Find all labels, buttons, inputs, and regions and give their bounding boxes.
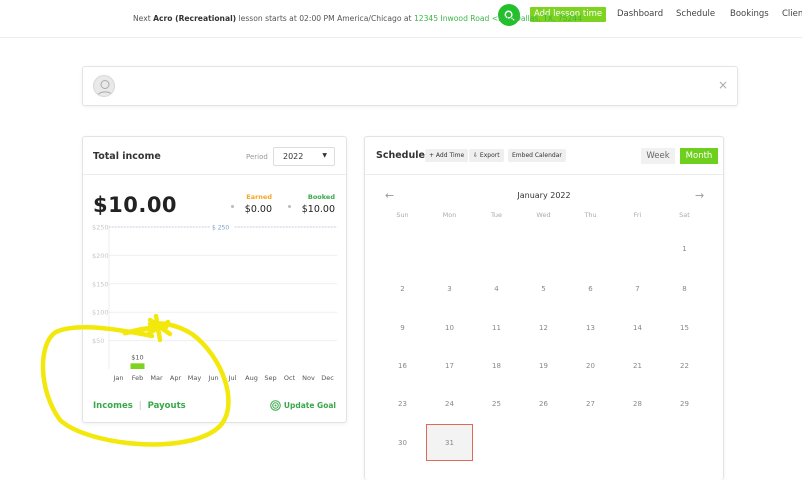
- y-tick-label: $200: [92, 252, 109, 260]
- incomes-link[interactable]: Incomes: [93, 401, 133, 411]
- app-root: Add lesson time Dashboard Schedule Booki…: [0, 0, 802, 480]
- calendar-day[interactable]: 21: [614, 362, 661, 370]
- nav-schedule[interactable]: Schedule: [676, 9, 715, 19]
- total-income-card: Total income Period 2022 ▼ $10.00 Earned…: [82, 136, 347, 423]
- update-goal-button[interactable]: Update Goal: [270, 400, 336, 411]
- y-tick-label: $150: [92, 280, 109, 288]
- calendar-day[interactable]: 15: [661, 324, 708, 332]
- calendar-day[interactable]: 13: [567, 324, 614, 332]
- x-tick-label: Apr: [170, 374, 182, 382]
- nav-bookings[interactable]: Bookings: [730, 9, 769, 19]
- close-icon[interactable]: ×: [718, 79, 790, 91]
- x-tick-label: Nov: [302, 374, 315, 382]
- x-tick-label: Jun: [207, 374, 218, 382]
- notice-middle: lesson starts at 02:00 PM America/Chicag…: [236, 14, 414, 23]
- month-title: January 2022: [517, 191, 571, 200]
- income-bar-chart: $250 $200 $150 $100 $50 $ 250 Jan Feb $10 Mar Apr M…: [92, 222, 337, 382]
- notice-location-link[interactable]: 12345 Inwood Road <br/>Dallas, TX, 75244: [414, 14, 582, 23]
- target-icon: [270, 400, 281, 411]
- calendar-day[interactable]: 29: [661, 400, 708, 408]
- schedule-title: Schedule: [376, 150, 425, 161]
- weekday-label: Tue: [490, 211, 503, 219]
- calendar-day[interactable]: 3: [426, 285, 473, 293]
- y-tick-label: $250: [92, 224, 109, 232]
- weekday-label: Fri: [633, 211, 642, 219]
- calendar-day[interactable]: 27: [567, 400, 614, 408]
- calendar-day[interactable]: 30: [379, 439, 426, 447]
- notice-text: Next Acro (Recreational) lesson starts a…: [133, 14, 582, 23]
- x-tick-label: Sep: [264, 374, 276, 382]
- user-icon: [97, 80, 113, 96]
- x-tick-label: Mar: [150, 374, 163, 382]
- calendar-day[interactable]: 17: [426, 362, 473, 370]
- x-tick-label: May: [188, 374, 202, 382]
- calendar-day[interactable]: 7: [614, 285, 661, 293]
- week-view-button[interactable]: Week: [641, 148, 675, 164]
- goal-label: $ 250: [212, 225, 229, 232]
- calendar-day[interactable]: 24: [426, 400, 473, 408]
- x-tick-label: Jul: [228, 374, 237, 382]
- bar-label: $10: [131, 353, 143, 361]
- payouts-link[interactable]: Payouts: [148, 401, 186, 411]
- schedule-card: Schedule + Add Time ⇩ Export Embed Calen…: [364, 136, 724, 480]
- embed-calendar-button[interactable]: Embed Calendar: [508, 149, 566, 162]
- add-time-button[interactable]: + Add Time: [425, 149, 469, 162]
- calendar-day[interactable]: 28: [614, 400, 661, 408]
- link-separator: |: [138, 401, 142, 411]
- x-tick-label: Oct: [284, 374, 296, 382]
- x-tick-label: Jan: [112, 374, 123, 382]
- calendar-day[interactable]: 16: [379, 362, 426, 370]
- x-tick-label: Aug: [245, 374, 258, 382]
- nav-dashboard[interactable]: Dashboard: [617, 9, 663, 19]
- calendar-day[interactable]: 25: [473, 400, 520, 408]
- calendar-day[interactable]: 8: [661, 285, 708, 293]
- calendar-day[interactable]: 5: [520, 285, 567, 293]
- nav-clients[interactable]: Clien: [782, 9, 802, 19]
- notice-prefix: Next: [133, 14, 154, 23]
- calendar-day[interactable]: 10: [426, 324, 473, 332]
- calendar-day[interactable]: 4: [473, 285, 520, 293]
- calendar-day[interactable]: 26: [520, 400, 567, 408]
- schedule-header: Schedule + Add Time ⇩ Export Embed Calen…: [365, 137, 723, 175]
- month-view-button[interactable]: Month: [680, 148, 718, 164]
- calendar-day-today[interactable]: 31: [426, 439, 473, 447]
- calendar-day[interactable]: 23: [379, 400, 426, 408]
- calendar-day[interactable]: 11: [473, 324, 520, 332]
- income-footer-links: Incomes | Payouts: [93, 401, 186, 411]
- weekday-label: Sat: [679, 211, 690, 219]
- calendar-day[interactable]: 18: [473, 362, 520, 370]
- calendar-day[interactable]: 6: [567, 285, 614, 293]
- calendar-day[interactable]: 2: [379, 285, 426, 293]
- calendar-day[interactable]: 22: [661, 362, 708, 370]
- export-button[interactable]: ⇩ Export: [469, 149, 504, 162]
- weekday-label: Mon: [442, 211, 457, 219]
- calendar-day[interactable]: 9: [379, 324, 426, 332]
- calendar-day[interactable]: 19: [520, 362, 567, 370]
- calendar-day[interactable]: 12: [520, 324, 567, 332]
- calendar-day[interactable]: 14: [614, 324, 661, 332]
- y-tick-label: $50: [92, 337, 104, 345]
- weekday-label: Wed: [536, 211, 551, 219]
- avatar: [93, 75, 115, 97]
- calendar-day[interactable]: 20: [567, 362, 614, 370]
- notice-lesson-name: Acro (Recreational): [153, 14, 237, 23]
- weekday-label: Sun: [396, 211, 409, 219]
- update-goal-label: Update Goal: [283, 401, 336, 410]
- x-tick-label: Dec: [321, 374, 334, 382]
- bar: [130, 363, 145, 369]
- next-lesson-notice: [82, 66, 738, 106]
- calendar-day[interactable]: 1: [661, 245, 708, 253]
- x-tick-label: Feb: [132, 374, 144, 382]
- y-tick-label: $100: [92, 309, 109, 317]
- next-month-arrow-icon[interactable]: →: [695, 189, 704, 202]
- weekday-label: Thu: [584, 211, 597, 219]
